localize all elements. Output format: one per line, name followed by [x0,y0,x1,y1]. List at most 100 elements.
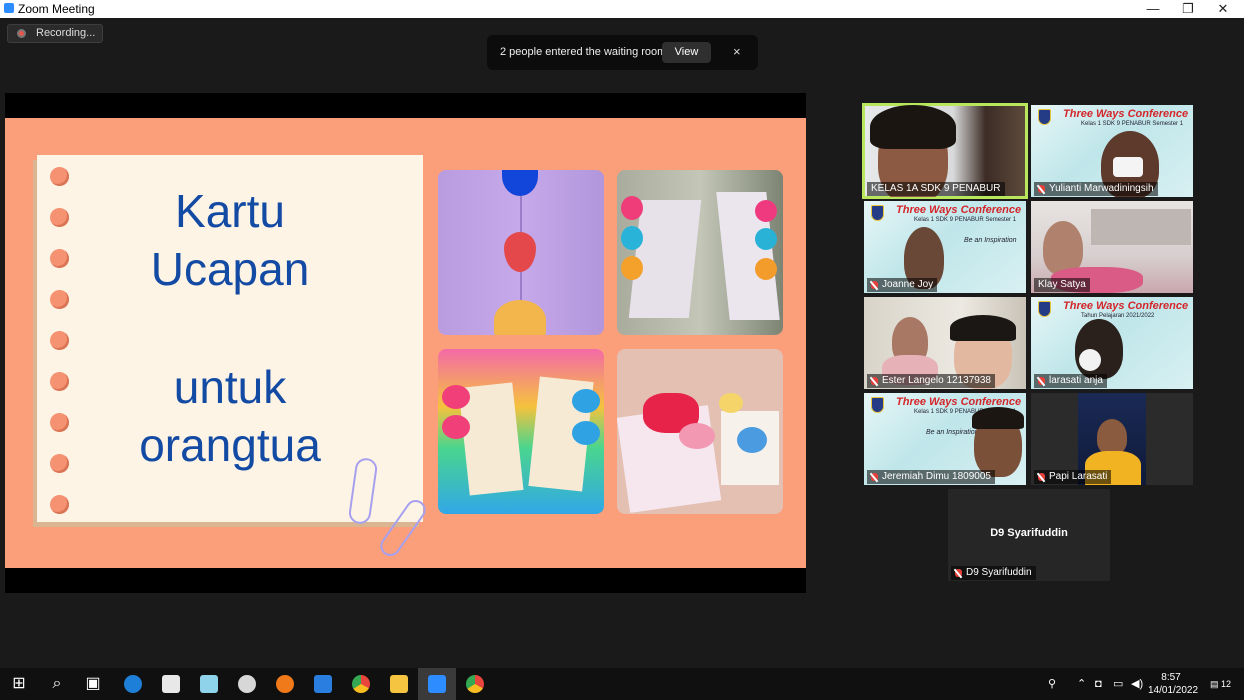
window-title: Zoom Meeting [18,2,95,16]
card-photo-pastel [617,349,783,514]
heart-blue [572,421,600,445]
slide-title-line-2: Ucapan [150,243,310,295]
face-mask [1113,157,1143,177]
waiting-room-notification: 2 people entered the waiting room View × [487,35,758,70]
mail-icon[interactable] [304,668,342,700]
conference-subtitle: Kelas 1 SDK 9 PENABUR Semester 1 [914,217,1017,223]
participant-tile[interactable]: Three Ways Conference Kelas 1 SDK 9 PENA… [864,393,1026,485]
system-clock[interactable]: 8:57 14/01/2022 [1148,671,1199,697]
heart-pink [621,196,643,220]
heart-orange [621,256,643,280]
participant-tile[interactable]: Papi Larasati [1031,393,1193,485]
show-hidden-icons[interactable]: ⌃ [1077,668,1086,700]
windows-start-icon[interactable]: ⊞ [0,668,38,700]
school-logo [871,205,884,221]
heart-blue [737,427,767,453]
participant-name: KELAS 1A SDK 9 PENABUR [867,182,1005,196]
close-window-button[interactable]: ✕ [1206,0,1240,18]
heart-orange [755,258,777,280]
windows-taskbar: ⊞ ⌕ ▣ ⚲ ⌃ ◘ ▭ ◀) 8:57 14/01/2022 ▤ 12 [0,668,1244,700]
binder-ring [50,331,69,350]
network-icon[interactable]: ▭ [1113,668,1123,700]
participant-tile[interactable]: Ester Langelo 12137938 [864,297,1026,389]
edge-icon[interactable] [114,668,152,700]
security-icon[interactable]: ◘ [1095,668,1102,700]
bunk-bed [1091,209,1191,245]
chrome-icon[interactable] [342,668,380,700]
heart-pink [442,385,470,409]
school-logo [871,397,884,413]
notification-center-icon[interactable]: ▤ 12 [1210,668,1231,700]
firefox-icon[interactable] [266,668,304,700]
task-view-icon[interactable]: ▣ [74,668,112,700]
heart-pink [679,423,715,449]
clock-date: 14/01/2022 [1148,685,1199,696]
school-logo [1038,109,1051,125]
participant-tile[interactable]: Klay Satya [1031,201,1193,293]
chrome-profile-icon[interactable] [456,668,494,700]
inspiration-text: Be an Inspiration [964,237,1017,244]
participant-hair [950,315,1016,341]
heart-red [504,232,536,272]
participant-name: Papi Larasati [1049,471,1108,482]
heart-blue [572,389,600,413]
card-photo-rainbow [438,349,604,514]
binder-ring [50,495,69,514]
conference-subtitle: Tahun Pelajaran 2021/2022 [1081,313,1155,319]
notes-icon[interactable] [190,668,228,700]
conference-subtitle: Kelas 1 SDK 9 PENABUR Semester 1 [1081,121,1184,127]
people-icon[interactable]: ⚲ [1048,668,1056,700]
participant-hair [1075,319,1123,379]
search-icon[interactable]: ⌕ [38,668,76,700]
participant-name: D9 Syarifuddin [966,567,1032,578]
recording-indicator[interactable]: Recording... [7,24,103,43]
cup [1079,349,1101,371]
restore-button[interactable]: ❐ [1171,0,1205,18]
participant-name: Klay Satya [1034,278,1090,292]
zoom-icon[interactable] [418,668,456,700]
participant-name: Joanne Joy [882,279,934,290]
school-logo [1038,301,1051,317]
muted-mic-icon [871,281,878,289]
file-explorer-icon[interactable] [380,668,418,700]
participant-name-label: Yulianti Marwadiningsih [1034,182,1158,196]
participant-name-label: Ester Langelo 12137938 [867,374,995,388]
participant-name-label: Papi Larasati [1034,470,1112,484]
muted-mic-icon [955,569,962,577]
participant-tile[interactable]: D9 Syarifuddin D9 Syarifuddin [948,489,1110,581]
conference-title: Three Ways Conference [1063,300,1189,312]
participant-name: larasati anja [1049,375,1103,386]
minimize-button[interactable]: — [1136,0,1170,18]
participant-name-label: larasati anja [1034,374,1107,388]
notification-message: 2 people entered the waiting room [500,46,667,58]
volume-icon[interactable]: ◀) [1131,668,1143,700]
card-photo-grey [617,170,783,335]
participant-name: Jeremiah Dimu 1809005 [882,471,991,482]
store-icon[interactable] [152,668,190,700]
participant-name: Yulianti Marwadiningsih [1049,183,1154,194]
heart-yellow [719,393,743,413]
zoom-app-icon [4,3,14,13]
presentation-slide: Kartu Ucapan untuk orangtua [5,118,806,568]
participant-name-label: D9 Syarifuddin [951,566,1036,580]
conference-title: Three Ways Conference [1063,108,1189,120]
participant-tile[interactable]: Three Ways Conference Kelas 1 SDK 9 PENA… [864,201,1026,293]
participant-tile[interactable]: Three Ways Conference Tahun Pelajaran 20… [1031,297,1193,389]
heart-cyan [621,226,643,250]
view-waiting-room-button[interactable]: View [662,42,711,63]
slide-title-line-1: Kartu [175,185,285,237]
participant-face [1097,419,1127,455]
heart-blue [502,170,538,196]
paint-icon[interactable] [228,668,266,700]
heart-yellow [494,300,546,335]
muted-mic-icon [1038,377,1045,385]
muted-mic-icon [871,473,878,481]
participant-display-name: D9 Syarifuddin [990,527,1068,539]
participant-tile[interactable]: Three Ways Conference Kelas 1 SDK 9 PENA… [1031,105,1193,197]
muted-mic-icon [871,377,878,385]
close-notification-button[interactable]: × [733,44,741,59]
participant-tile[interactable]: KELAS 1A SDK 9 PENABUR [862,103,1028,199]
clock-time: 8:57 [1161,672,1181,683]
recording-label: Recording... [36,27,96,39]
participant-hair [870,105,956,149]
